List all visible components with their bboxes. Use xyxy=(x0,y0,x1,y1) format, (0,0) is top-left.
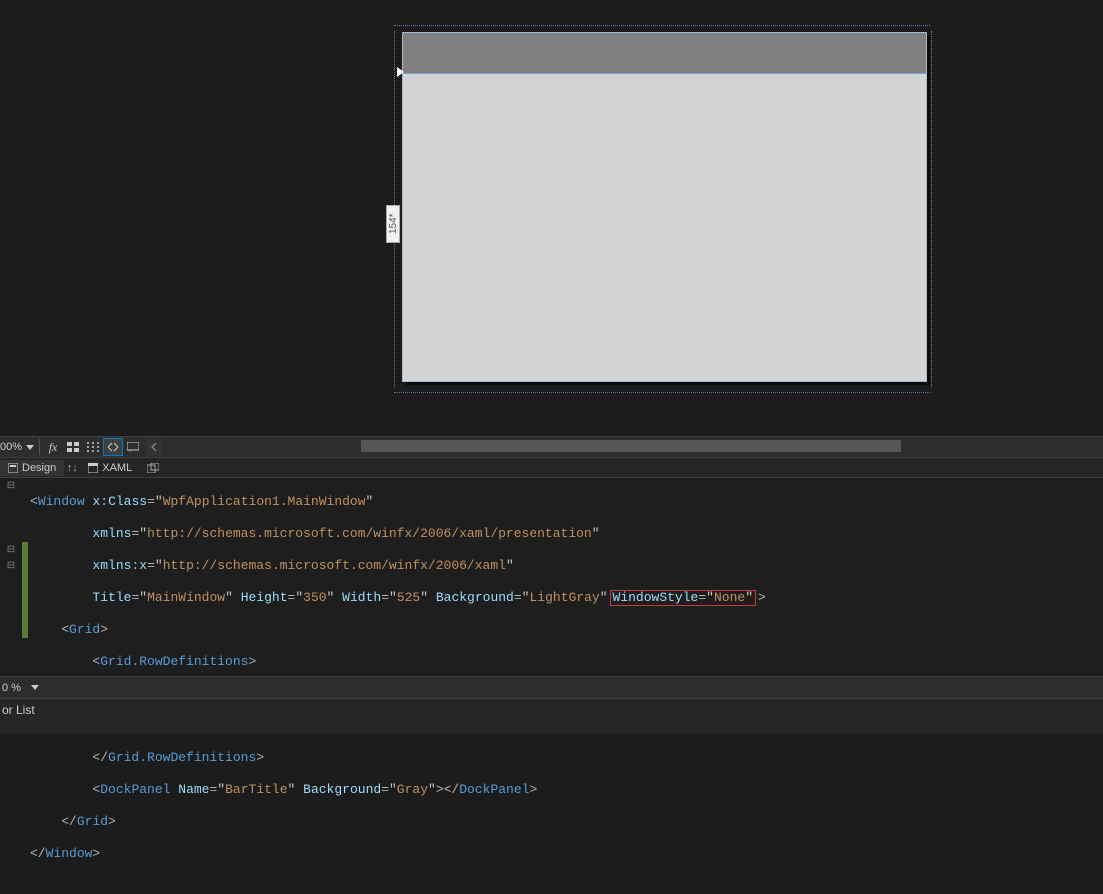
collapse-toggle[interactable]: ⊟ xyxy=(0,478,22,494)
tab-xaml[interactable]: XAML xyxy=(80,460,140,476)
swap-panes-button[interactable]: ↑↓ xyxy=(64,462,80,474)
design-canvas[interactable] xyxy=(402,32,930,386)
bartitle-panel[interactable] xyxy=(403,33,926,73)
code-content[interactable]: <Window x:Class="WpfApplication1.MainWin… xyxy=(28,478,1103,674)
tab-design-label: Design xyxy=(22,462,56,474)
snap-lines-button[interactable] xyxy=(103,438,123,456)
designer-surface[interactable]: 154* xyxy=(0,0,1103,435)
row-adorner-icon[interactable] xyxy=(397,67,404,77)
horizontal-scrollbar[interactable] xyxy=(147,438,1103,456)
highlighted-attribute: WindowStyle="None" xyxy=(610,590,756,606)
pane-tabstrip: Design ↑↓ XAML xyxy=(0,458,1103,478)
effects-button[interactable]: fx xyxy=(43,438,63,456)
designer-toolbar: 00% fx xyxy=(0,436,1103,458)
zoom-dropdown[interactable] xyxy=(24,437,36,457)
annotations-button[interactable] xyxy=(123,438,143,456)
error-list-title[interactable]: or List xyxy=(2,703,35,717)
error-list-panel: or List xyxy=(0,698,1103,734)
tab-xaml-label: XAML xyxy=(102,462,132,474)
row-divider-guide xyxy=(403,73,926,74)
zoom-label: 00% xyxy=(0,441,24,453)
grid-layout-button[interactable] xyxy=(63,438,83,456)
scroll-thumb[interactable] xyxy=(361,440,901,452)
design-icon xyxy=(8,463,18,473)
window-preview[interactable] xyxy=(402,32,927,382)
popout-button[interactable] xyxy=(144,460,162,476)
scroll-left-button[interactable] xyxy=(147,438,161,456)
xaml-editor[interactable]: ⊟ ⊟ ⊟ <Window x:Class="WpfApplication1.M… xyxy=(0,478,1103,674)
outline-gutter[interactable]: ⊟ ⊟ ⊟ xyxy=(0,478,22,674)
collapse-toggle[interactable]: ⊟ xyxy=(0,542,22,558)
editor-zoom-label: 0 % xyxy=(2,682,21,694)
collapse-toggle[interactable]: ⊟ xyxy=(0,558,22,574)
editor-footer-toolbar: 0 % xyxy=(0,676,1103,698)
row-size-badge[interactable]: 154* xyxy=(386,205,400,243)
tab-design[interactable]: Design xyxy=(0,460,64,476)
editor-zoom-dropdown[interactable] xyxy=(29,678,41,698)
xaml-icon xyxy=(88,463,98,473)
snap-grid-button[interactable] xyxy=(83,438,103,456)
